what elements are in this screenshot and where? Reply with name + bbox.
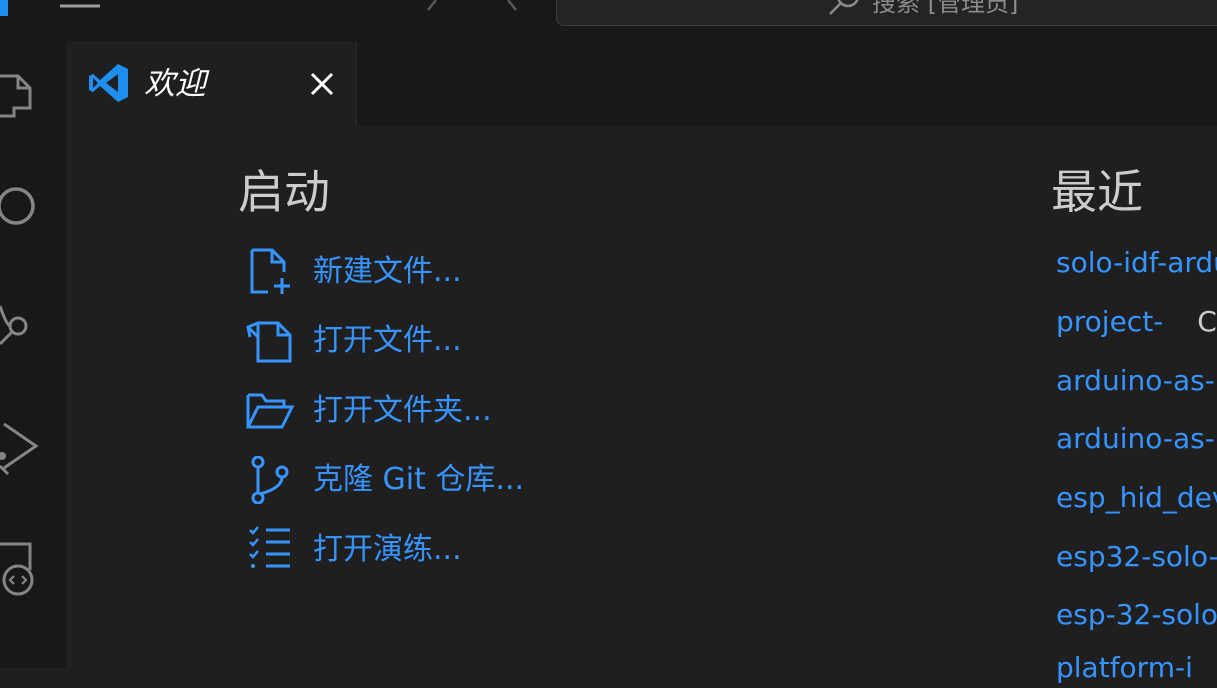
recent-heading: 最近 bbox=[1051, 165, 1143, 219]
recent-item-name[interactable]: esp-32-solo bbox=[1056, 598, 1217, 631]
source-control-icon[interactable] bbox=[0, 296, 44, 356]
open-file-icon bbox=[246, 321, 292, 363]
recent-item[interactable]: project- C bbox=[1056, 302, 1217, 342]
new-file-label: 新建文件... bbox=[313, 254, 462, 289]
new-file-link[interactable]: 新建文件... bbox=[244, 244, 564, 300]
title-bar: 搜索 [管理员] bbox=[0, 0, 1217, 41]
menu-icon[interactable] bbox=[60, 0, 100, 10]
forward-arrow-icon[interactable] bbox=[500, 0, 524, 14]
recent-item-name[interactable]: arduino-as- bbox=[1056, 422, 1215, 455]
open-file-label: 打开文件... bbox=[313, 323, 462, 358]
recent-item-name[interactable]: project- bbox=[1056, 305, 1163, 338]
start-heading: 启动 bbox=[238, 165, 330, 219]
recent-item[interactable]: esp_hid_dev bbox=[1056, 478, 1217, 518]
clone-git-label: 克隆 Git 仓库... bbox=[313, 462, 525, 497]
tab-label: 欢迎 bbox=[144, 66, 206, 102]
remote-explorer-icon[interactable] bbox=[0, 536, 44, 596]
recent-item[interactable]: esp32-solo- bbox=[1056, 537, 1217, 577]
open-walkthrough-label: 打开演练... bbox=[313, 532, 462, 567]
recent-item-name[interactable]: esp32-solo- bbox=[1056, 540, 1217, 573]
recent-item[interactable]: arduino-as- bbox=[1056, 419, 1217, 459]
open-file-link[interactable]: 打开文件... bbox=[244, 313, 564, 369]
clone-git-link[interactable]: 克隆 Git 仓库... bbox=[244, 452, 564, 508]
open-walkthrough-link[interactable]: 打开演练... bbox=[244, 522, 564, 578]
explorer-icon[interactable] bbox=[0, 64, 44, 124]
search-icon bbox=[829, 0, 859, 15]
back-arrow-icon[interactable] bbox=[420, 0, 444, 14]
recent-item-path: C bbox=[1197, 305, 1217, 338]
git-branch-icon bbox=[251, 456, 289, 504]
search-placeholder: 搜索 [管理员] bbox=[872, 0, 1019, 17]
recent-item-name[interactable]: arduino-as- bbox=[1056, 364, 1215, 397]
run-debug-icon[interactable] bbox=[0, 416, 44, 476]
open-folder-icon bbox=[246, 393, 295, 429]
recent-item-name[interactable]: esp_hid_dev bbox=[1056, 481, 1217, 514]
recent-item[interactable]: solo-idf-arduino bbox=[1056, 243, 1217, 283]
checklist-icon bbox=[249, 526, 290, 568]
vscode-logo-icon bbox=[89, 64, 128, 102]
recent-item[interactable]: esp-32-solo bbox=[1056, 595, 1217, 635]
app-logo-icon bbox=[0, 0, 8, 16]
close-icon[interactable] bbox=[306, 68, 338, 100]
recent-item[interactable]: arduino-as- bbox=[1056, 361, 1217, 401]
open-folder-link[interactable]: 打开文件夹... bbox=[244, 383, 564, 439]
recent-item[interactable]: platform-i bbox=[1056, 648, 1217, 688]
search-sidebar-icon[interactable] bbox=[0, 176, 44, 236]
open-folder-label: 打开文件夹... bbox=[313, 393, 492, 428]
recent-item-name[interactable]: solo-idf-arduino bbox=[1056, 246, 1217, 279]
new-file-icon bbox=[250, 248, 290, 294]
